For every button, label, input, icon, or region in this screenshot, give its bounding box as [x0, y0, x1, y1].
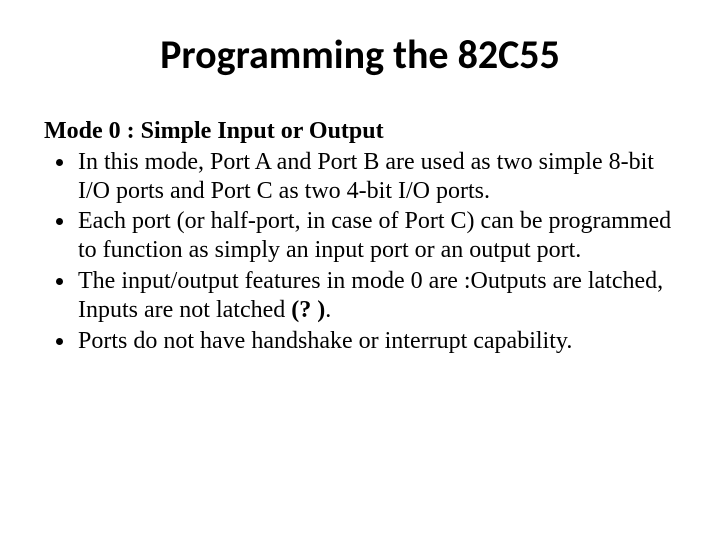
slide: Programming the 82C55 Mode 0 : Simple In… [0, 0, 720, 540]
bullet-text: The input/output features in mode 0 are … [78, 268, 663, 323]
bullet-period: . [325, 297, 331, 323]
bullet-emphasis: (? ) [291, 297, 325, 323]
list-item: Ports do not have handshake or interrupt… [76, 327, 676, 356]
slide-title: Programming the 82C55 [44, 30, 676, 79]
mode-subheading: Mode 0 : Simple Input or Output [44, 117, 676, 146]
bullet-list: In this mode, Port A and Port B are used… [44, 148, 676, 356]
list-item: The input/output features in mode 0 are … [76, 267, 676, 325]
list-item: In this mode, Port A and Port B are used… [76, 148, 676, 206]
list-item: Each port (or half-port, in case of Port… [76, 207, 676, 265]
